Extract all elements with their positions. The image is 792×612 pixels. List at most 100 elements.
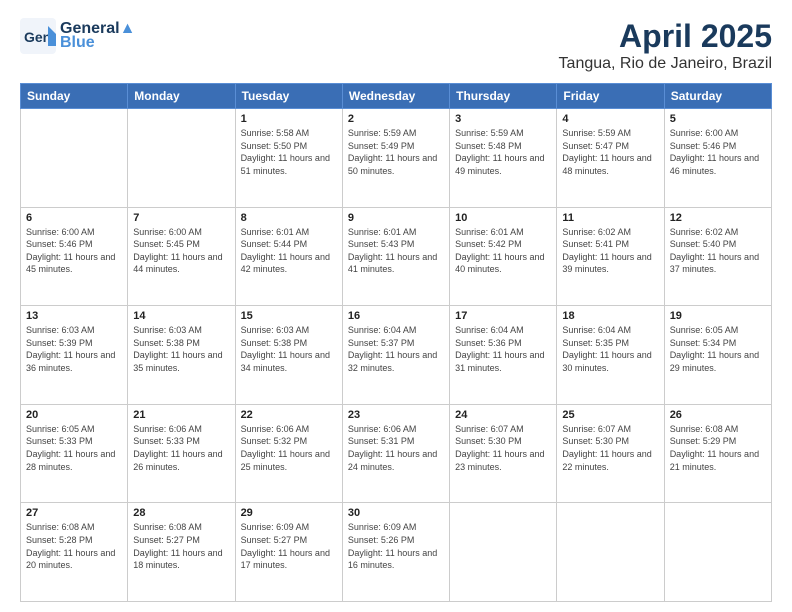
cell-info: Sunrise: 6:02 AM Sunset: 5:40 PM Dayligh… [670, 226, 766, 276]
day-number: 12 [670, 212, 766, 224]
cell-info: Sunrise: 6:05 AM Sunset: 5:34 PM Dayligh… [670, 324, 766, 374]
calendar-cell [664, 503, 771, 602]
cell-info: Sunrise: 5:59 AM Sunset: 5:49 PM Dayligh… [348, 127, 444, 177]
week-row-1: 1 Sunrise: 5:58 AM Sunset: 5:50 PM Daylig… [21, 109, 772, 208]
cell-info: Sunrise: 6:03 AM Sunset: 5:39 PM Dayligh… [26, 324, 122, 374]
day-number: 24 [455, 409, 551, 421]
cell-info: Sunrise: 6:02 AM Sunset: 5:41 PM Dayligh… [562, 226, 658, 276]
calendar-cell: 8Sunrise: 6:01 AM Sunset: 5:44 PM Daylig… [235, 207, 342, 306]
day-number: 23 [348, 409, 444, 421]
calendar-cell: 22 Sunrise: 6:06 AM Sunset: 5:32 PM Dayli… [235, 404, 342, 503]
day-number: 18 [562, 310, 658, 322]
calendar-cell: 17Sunrise: 6:04 AM Sunset: 5:36 PM Dayli… [450, 306, 557, 405]
cell-info: Sunrise: 6:01 AM Sunset: 5:42 PM Dayligh… [455, 226, 551, 276]
cell-info: Sunrise: 6:06 AM Sunset: 5:33 PM Dayligh… [133, 423, 229, 473]
day-number: 2 [348, 113, 444, 125]
calendar-cell [21, 109, 128, 208]
calendar-cell: 12 Sunrise: 6:02 AM Sunset: 5:40 PM Dayli… [664, 207, 771, 306]
day-number: 4 [562, 113, 658, 125]
day-number: 29 [241, 507, 337, 519]
day-number: 30 [348, 507, 444, 519]
week-row-2: 6Sunrise: 6:00 AM Sunset: 5:46 PM Daylig… [21, 207, 772, 306]
calendar-cell: 19Sunrise: 6:05 AM Sunset: 5:34 PM Dayli… [664, 306, 771, 405]
calendar-table: SundayMondayTuesdayWednesdayThursdayFrid… [20, 83, 772, 602]
calendar-cell: 29 Sunrise: 6:09 AM Sunset: 5:27 PM Dayli… [235, 503, 342, 602]
calendar-cell: 27 Sunrise: 6:08 AM Sunset: 5:28 PM Dayli… [21, 503, 128, 602]
calendar-cell: 25 Sunrise: 6:07 AM Sunset: 5:30 PM Dayli… [557, 404, 664, 503]
calendar-cell: 16 Sunrise: 6:04 AM Sunset: 5:37 PM Dayli… [342, 306, 449, 405]
cell-info: Sunrise: 5:59 AM Sunset: 5:48 PM Dayligh… [455, 127, 551, 177]
svg-text:Gen: Gen [24, 29, 51, 45]
day-number: 27 [26, 507, 122, 519]
cell-info: Sunrise: 6:04 AM Sunset: 5:37 PM Dayligh… [348, 324, 444, 374]
cell-info: Sunrise: 6:09 AM Sunset: 5:26 PM Dayligh… [348, 521, 444, 571]
cell-info: Sunrise: 6:01 AM Sunset: 5:43 PM Dayligh… [348, 226, 444, 276]
cell-info: Sunrise: 6:07 AM Sunset: 5:30 PM Dayligh… [455, 423, 551, 473]
cell-info: Sunrise: 6:06 AM Sunset: 5:32 PM Dayligh… [241, 423, 337, 473]
cell-info: Sunrise: 6:05 AM Sunset: 5:33 PM Dayligh… [26, 423, 122, 473]
calendar-cell [450, 503, 557, 602]
cell-info: Sunrise: 6:09 AM Sunset: 5:27 PM Dayligh… [241, 521, 337, 571]
day-number: 8 [241, 212, 337, 224]
calendar-cell: 13 Sunrise: 6:03 AM Sunset: 5:39 PM Dayli… [21, 306, 128, 405]
day-number: 5 [670, 113, 766, 125]
day-header-thursday: Thursday [450, 84, 557, 109]
cell-info: Sunrise: 6:06 AM Sunset: 5:31 PM Dayligh… [348, 423, 444, 473]
day-number: 26 [670, 409, 766, 421]
calendar-cell: 3 Sunrise: 5:59 AM Sunset: 5:48 PM Daylig… [450, 109, 557, 208]
day-number: 16 [348, 310, 444, 322]
day-number: 17 [455, 310, 551, 322]
day-header-tuesday: Tuesday [235, 84, 342, 109]
calendar-cell: 21 Sunrise: 6:06 AM Sunset: 5:33 PM Dayli… [128, 404, 235, 503]
title-block: April 2025 Tangua, Rio de Janeiro, Brazi… [559, 18, 772, 73]
day-header-friday: Friday [557, 84, 664, 109]
day-number: 28 [133, 507, 229, 519]
calendar-cell: 1 Sunrise: 5:58 AM Sunset: 5:50 PM Daylig… [235, 109, 342, 208]
calendar-cell: 9 Sunrise: 6:01 AM Sunset: 5:43 PM Daylig… [342, 207, 449, 306]
calendar-cell [557, 503, 664, 602]
calendar-header-row: SundayMondayTuesdayWednesdayThursdayFrid… [21, 84, 772, 109]
day-number: 15 [241, 310, 337, 322]
day-header-sunday: Sunday [21, 84, 128, 109]
day-number: 13 [26, 310, 122, 322]
day-number: 3 [455, 113, 551, 125]
location: Tangua, Rio de Janeiro, Brazil [559, 55, 772, 73]
cell-info: Sunrise: 5:58 AM Sunset: 5:50 PM Dayligh… [241, 127, 337, 177]
header: Gen General▲ Blue April 2025 Tangua, Rio… [20, 18, 772, 73]
cell-info: Sunrise: 6:08 AM Sunset: 5:28 PM Dayligh… [26, 521, 122, 571]
cell-info: Sunrise: 6:07 AM Sunset: 5:30 PM Dayligh… [562, 423, 658, 473]
calendar-cell: 14Sunrise: 6:03 AM Sunset: 5:38 PM Dayli… [128, 306, 235, 405]
calendar-cell: 2 Sunrise: 5:59 AM Sunset: 5:49 PM Daylig… [342, 109, 449, 208]
calendar-cell: 26Sunrise: 6:08 AM Sunset: 5:29 PM Dayli… [664, 404, 771, 503]
calendar-cell: 20 Sunrise: 6:05 AM Sunset: 5:33 PM Dayli… [21, 404, 128, 503]
day-header-monday: Monday [128, 84, 235, 109]
day-number: 22 [241, 409, 337, 421]
day-number: 1 [241, 113, 337, 125]
day-header-wednesday: Wednesday [342, 84, 449, 109]
calendar-cell: 28Sunrise: 6:08 AM Sunset: 5:27 PM Dayli… [128, 503, 235, 602]
calendar-cell: 24 Sunrise: 6:07 AM Sunset: 5:30 PM Dayli… [450, 404, 557, 503]
cell-info: Sunrise: 5:59 AM Sunset: 5:47 PM Dayligh… [562, 127, 658, 177]
calendar-cell: 30 Sunrise: 6:09 AM Sunset: 5:26 PM Dayli… [342, 503, 449, 602]
calendar-cell [128, 109, 235, 208]
day-number: 25 [562, 409, 658, 421]
day-number: 9 [348, 212, 444, 224]
day-number: 14 [133, 310, 229, 322]
calendar-cell: 7Sunrise: 6:00 AM Sunset: 5:45 PM Daylig… [128, 207, 235, 306]
calendar-cell: 10 Sunrise: 6:01 AM Sunset: 5:42 PM Dayli… [450, 207, 557, 306]
calendar-cell: 11 Sunrise: 6:02 AM Sunset: 5:41 PM Dayli… [557, 207, 664, 306]
calendar-cell: 4 Sunrise: 5:59 AM Sunset: 5:47 PM Daylig… [557, 109, 664, 208]
day-number: 10 [455, 212, 551, 224]
cell-info: Sunrise: 6:00 AM Sunset: 5:46 PM Dayligh… [26, 226, 122, 276]
day-number: 20 [26, 409, 122, 421]
calendar-cell: 23 Sunrise: 6:06 AM Sunset: 5:31 PM Dayli… [342, 404, 449, 503]
logo: Gen General▲ Blue [20, 18, 135, 54]
week-row-5: 27 Sunrise: 6:08 AM Sunset: 5:28 PM Dayli… [21, 503, 772, 602]
day-header-saturday: Saturday [664, 84, 771, 109]
logo-icon: Gen [20, 18, 56, 54]
month-title: April 2025 [559, 18, 772, 55]
day-number: 11 [562, 212, 658, 224]
page: Gen General▲ Blue April 2025 Tangua, Rio… [0, 0, 792, 612]
day-number: 21 [133, 409, 229, 421]
calendar-cell: 18Sunrise: 6:04 AM Sunset: 5:35 PM Dayli… [557, 306, 664, 405]
